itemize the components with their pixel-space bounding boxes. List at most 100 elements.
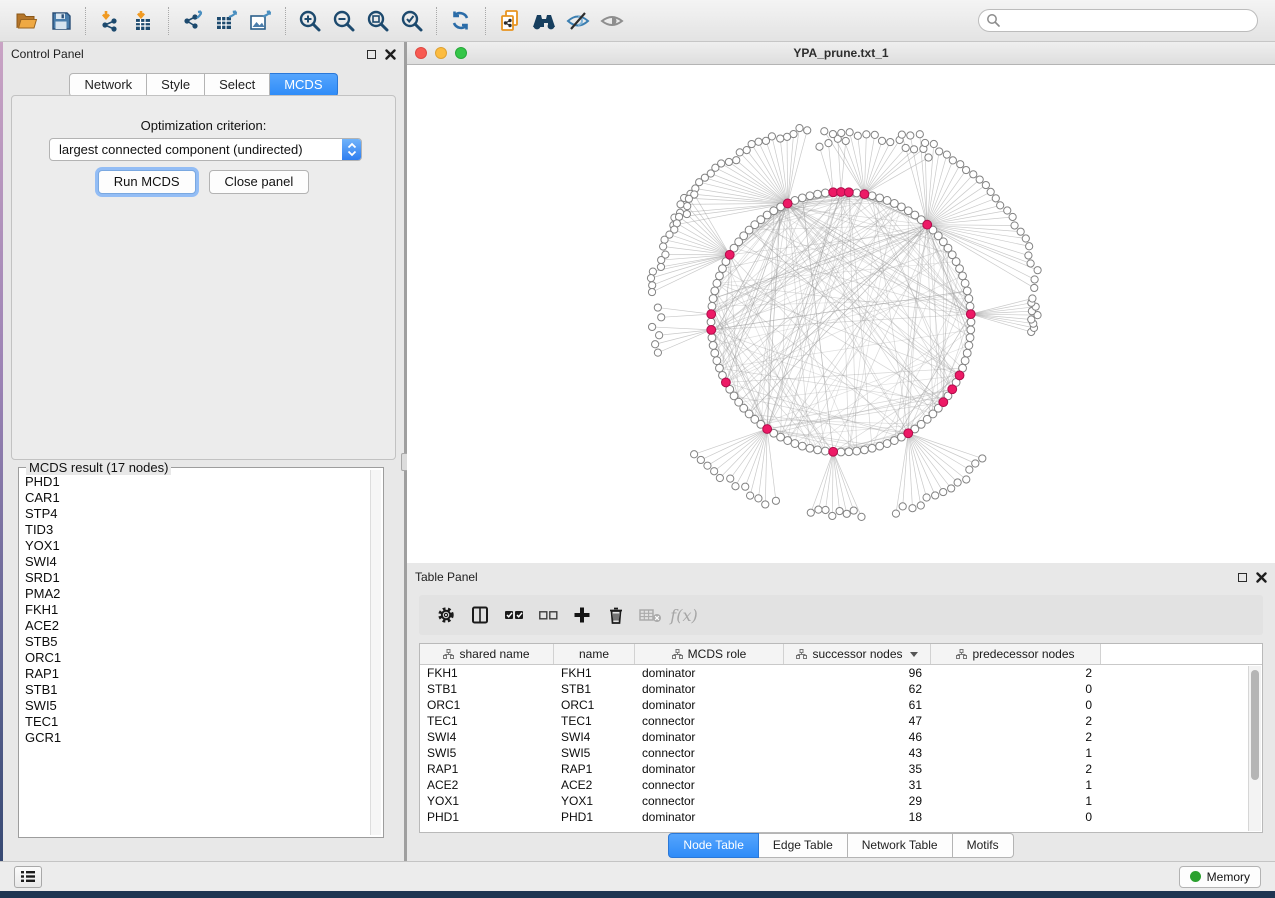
result-node[interactable]: TID3 [25,522,369,538]
result-node[interactable]: FKH1 [25,602,369,618]
tab-edge-table[interactable]: Edge Table [759,833,848,858]
zoom-out-icon[interactable] [327,4,361,38]
table-row[interactable]: YOX1YOX1connector291 [420,793,1262,809]
zoom-selected-icon[interactable] [395,4,429,38]
create-column-icon[interactable] [569,602,595,628]
network-canvas[interactable] [407,65,1275,562]
result-node[interactable]: STP4 [25,506,369,522]
hierarchy-icon [443,649,454,659]
table-row[interactable]: SWI4SWI4dominator462 [420,729,1262,745]
result-node[interactable]: GCR1 [25,730,369,746]
result-node[interactable]: PHD1 [25,474,369,490]
result-node[interactable]: ORC1 [25,650,369,666]
hierarchy-icon [672,649,683,659]
table-row[interactable]: TEC1TEC1connector472 [420,713,1262,729]
column-header-shared-name[interactable]: shared name [420,644,554,664]
export-table-icon[interactable] [210,4,244,38]
table-scrollbar-thumb[interactable] [1251,670,1259,780]
memory-status-icon [1190,871,1201,882]
close-panel-icon[interactable] [385,49,396,60]
task-history-button[interactable] [14,866,42,888]
tab-style[interactable]: Style [147,73,205,97]
show-all-icon[interactable] [595,4,629,38]
find-icon[interactable] [527,4,561,38]
column-header-mcds-role[interactable]: MCDS role [635,644,784,664]
result-node[interactable]: CAR1 [25,490,369,506]
result-node[interactable]: RAP1 [25,666,369,682]
column-header-name[interactable]: name [554,644,635,664]
table-scrollbar[interactable] [1248,666,1261,831]
control-panel-tabs: Network Style Select MCDS [3,73,404,97]
node-table-header: shared name name MCDS role successor nod… [420,644,1262,665]
criterion-selected-value: largest connected component (undirected) [50,142,303,157]
tab-mcds[interactable]: MCDS [270,73,337,97]
memory-button[interactable]: Memory [1179,866,1261,888]
clone-network-icon[interactable] [493,4,527,38]
table-toolbar: f(x) [419,595,1263,635]
function-builder-icon[interactable]: f(x) [671,602,697,628]
toolbar-separator [85,7,86,35]
import-network-icon[interactable] [93,4,127,38]
result-node[interactable]: ACE2 [25,618,369,634]
result-node[interactable]: TEC1 [25,714,369,730]
zoom-in-icon[interactable] [293,4,327,38]
table-panel: Table Panel [407,565,1275,861]
table-row[interactable]: STB1STB1dominator620 [420,681,1262,697]
table-row[interactable]: ACE2ACE2connector311 [420,777,1262,793]
table-row[interactable]: RAP1RAP1dominator352 [420,761,1262,777]
run-mcds-button[interactable]: Run MCDS [98,170,196,194]
column-header-successor-nodes[interactable]: successor nodes [784,644,931,664]
table-row[interactable]: FKH1FKH1dominator962 [420,665,1262,681]
table-row[interactable]: SWI5SWI5connector431 [420,745,1262,761]
criterion-select[interactable]: largest connected component (undirected) [49,138,362,161]
float-panel-icon[interactable] [367,50,376,59]
result-node[interactable]: SWI4 [25,554,369,570]
refresh-layout-icon[interactable] [444,4,478,38]
mcds-tab-content: Optimization criterion: largest connecte… [11,95,396,460]
search-box[interactable] [978,9,1258,32]
mcds-result-list[interactable]: PHD1 CAR1 STP4 TID3 YOX1 SWI4 SRD1 PMA2 … [20,474,369,835]
delete-table-icon[interactable] [637,602,663,628]
toolbar-separator [485,7,486,35]
show-columns-icon[interactable] [467,602,493,628]
result-node[interactable]: STB5 [25,634,369,650]
tab-network[interactable]: Network [69,73,147,97]
table-row[interactable]: ORC1ORC1dominator610 [420,697,1262,713]
mcds-result-title: MCDS result (17 nodes) [26,460,171,475]
result-node[interactable]: SWI5 [25,698,369,714]
import-table-icon[interactable] [127,4,161,38]
control-panel-header: Control Panel [3,42,404,66]
search-icon [986,13,1001,28]
tab-select[interactable]: Select [205,73,270,97]
network-view[interactable] [407,65,1275,562]
result-node[interactable]: PMA2 [25,586,369,602]
export-image-icon[interactable] [244,4,278,38]
optimization-criterion-label: Optimization criterion: [12,118,395,133]
close-panel-button[interactable]: Close panel [209,170,310,194]
search-input[interactable] [1001,11,1241,30]
hierarchy-icon [796,649,807,659]
result-node[interactable]: STB1 [25,682,369,698]
close-table-panel-icon[interactable] [1256,572,1267,583]
result-node[interactable]: YOX1 [25,538,369,554]
deselect-all-icon[interactable] [535,602,561,628]
table-row[interactable]: PHD1PHD1dominator180 [420,809,1262,825]
hide-selected-icon[interactable] [561,4,595,38]
table-settings-icon[interactable] [433,602,459,628]
network-window: YPA_prune.txt_1 [407,42,1275,563]
delete-column-icon[interactable] [603,602,629,628]
zoom-fit-icon[interactable] [361,4,395,38]
save-icon[interactable] [44,4,78,38]
cytoscape-app: Control Panel Network Style Select MCDS … [0,0,1275,898]
float-table-panel-icon[interactable] [1238,573,1247,582]
column-header-predecessor-nodes[interactable]: predecessor nodes [931,644,1101,664]
tab-node-table[interactable]: Node Table [668,833,759,858]
result-node[interactable]: SRD1 [25,570,369,586]
table-panel-header: Table Panel [407,565,1275,589]
result-scrollbar[interactable] [370,470,381,835]
export-network-icon[interactable] [176,4,210,38]
select-all-icon[interactable] [501,602,527,628]
tab-network-table[interactable]: Network Table [848,833,953,858]
tab-motifs[interactable]: Motifs [953,833,1014,858]
open-file-icon[interactable] [10,4,44,38]
